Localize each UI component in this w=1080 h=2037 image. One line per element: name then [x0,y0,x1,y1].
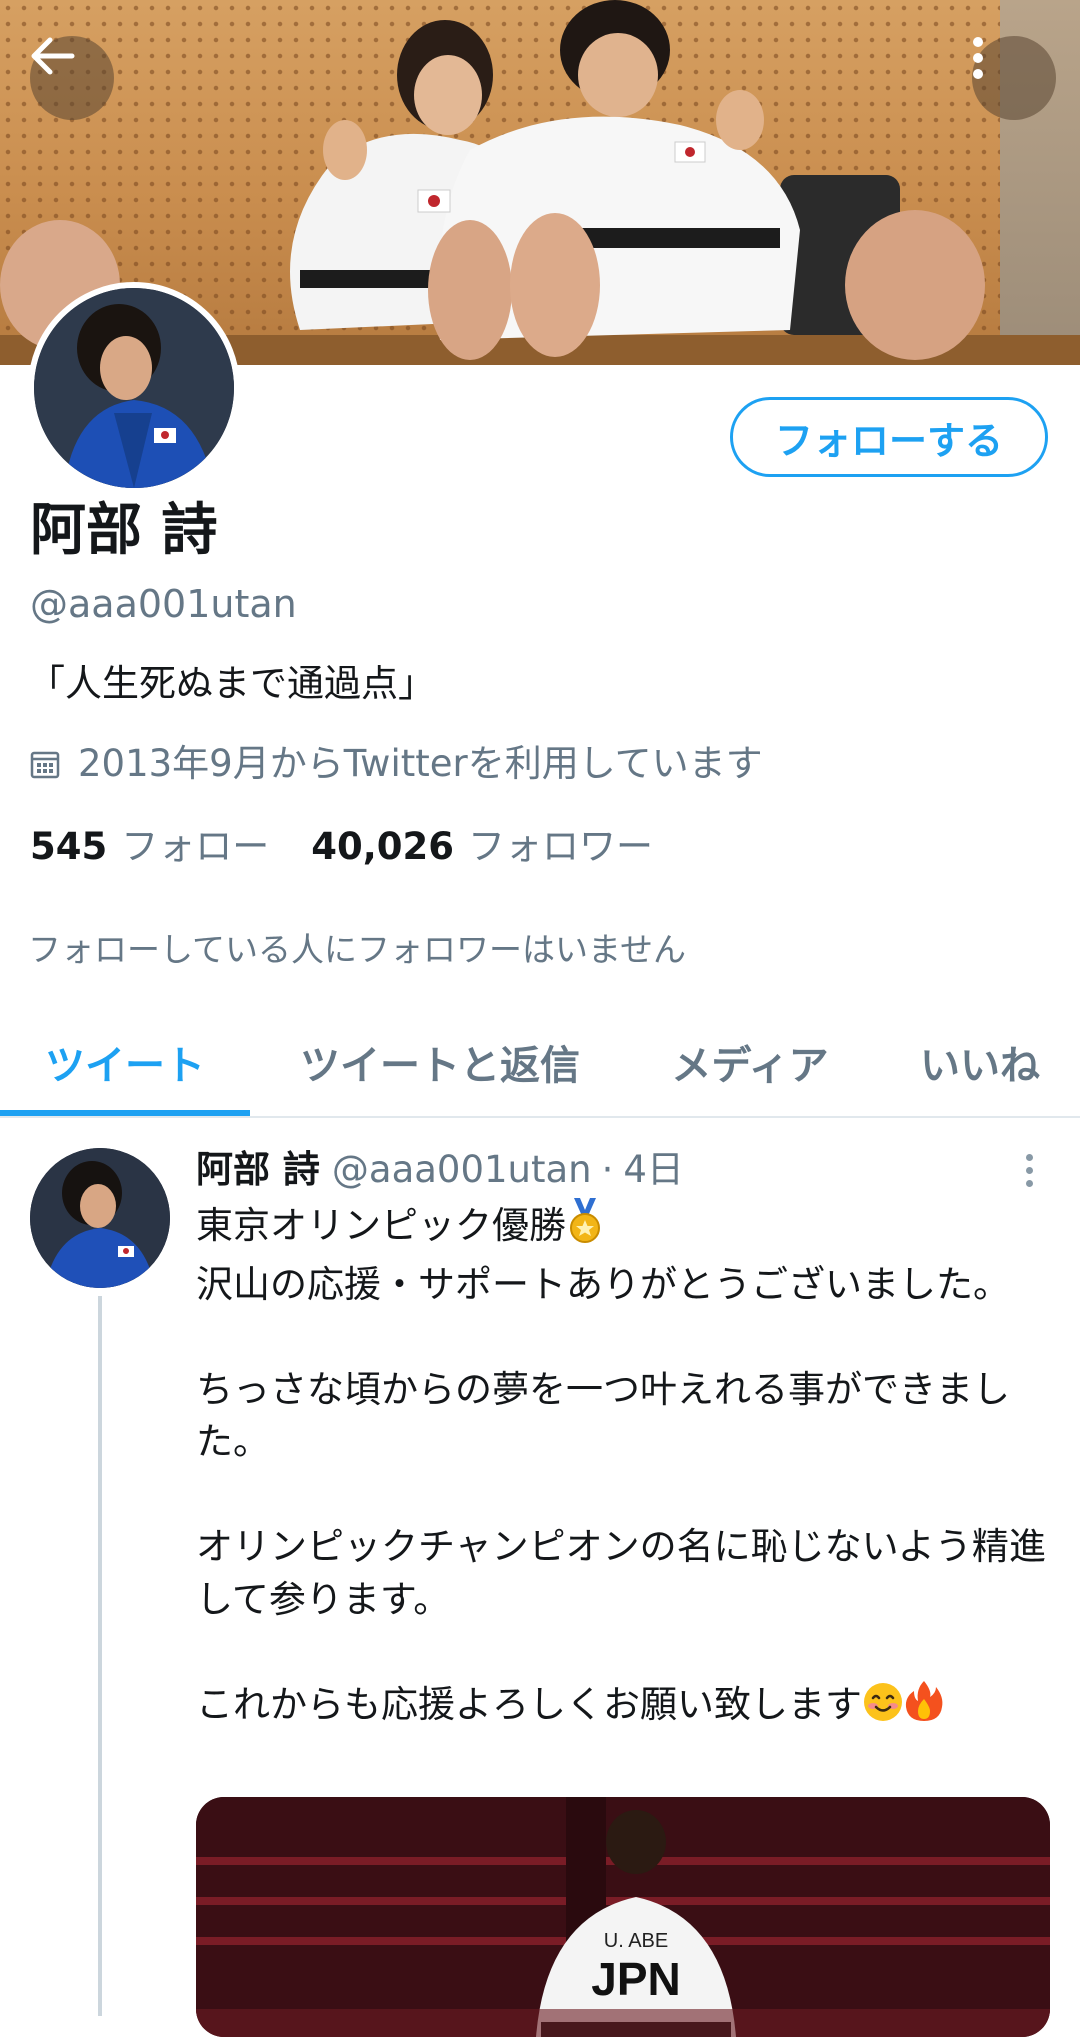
tweet-more-button[interactable] [1014,1150,1044,1190]
display-name: 阿部 詩 [30,498,218,563]
more-options-button[interactable] [972,36,1056,120]
avatar-photo [34,288,234,488]
tweet-separator: · [601,1148,614,1191]
tweet-avatar-photo [30,1148,170,1288]
thread-line [98,1296,102,2016]
profile-handle: @aaa001utan [30,582,297,626]
tab-tweets[interactable]: ツイート [0,1010,250,1114]
tweet-text: 東京オリンピック優勝 沢山の応援・サポートありがとうございました。 ちっさな頃か… [196,1198,1046,1737]
tweet-timestamp[interactable]: 4日 [623,1145,684,1195]
profile-bio: 「人生死ぬまで通過点」 [28,662,435,705]
dot-icon [1025,1166,1033,1174]
follow-button[interactable]: フォローする [730,397,1048,477]
profile-avatar[interactable] [28,282,240,494]
fire-icon [904,1679,944,1738]
tweet-line-text: 東京オリンピック優勝 [196,1204,566,1247]
tweet-line-text: これからも応援よろしくお願い致します [196,1682,862,1726]
tweet-line: 沢山の応援・サポートありがとうございました。 [196,1262,1010,1306]
follow-stats: 545 フォロー 40,026 フォロワー [30,823,695,871]
tweet-media-image[interactable]: U. ABE JPN [196,1797,1050,2037]
uniform-country: JPN [591,1953,680,2005]
followers-you-know: フォローしている人にフォロワーはいません [28,930,687,969]
arrow-left-icon [31,37,75,75]
vertical-dots-icon [973,37,983,79]
tweet-line: オリンピックチャンピオンの名に恥じないよう精進して参ります。 [196,1525,1046,1621]
tweet-author-avatar[interactable] [30,1148,170,1288]
tweet-author-name[interactable]: 阿部 詩 [196,1145,320,1195]
joined-date: 2013年9月からTwitterを利用しています [30,740,763,788]
joined-text: 2013年9月からTwitterを利用しています [78,742,763,785]
followers-count-link[interactable]: 40,026 フォロワー [311,823,653,871]
following-count-link[interactable]: 545 フォロー [30,823,269,871]
active-tab-indicator [0,1110,250,1116]
following-label: フォロー [121,825,270,868]
uniform-name: U. ABE [604,1930,668,1952]
medal-icon [566,1198,604,1259]
following-count: 545 [30,825,108,868]
followers-label: フォロワー [468,825,654,868]
calendar-icon [30,749,60,779]
tweet-header: 阿部 詩 @aaa001utan · 4日 [196,1145,684,1195]
smiling-face-icon [862,1681,904,1738]
dot-icon [1025,1179,1033,1187]
profile-tabs: ツイート ツイートと返信 メディア いいね [0,1010,1080,1118]
tweet-author-handle[interactable]: @aaa001utan [332,1145,592,1195]
tweet-line: ちっさな頃からの夢を一つ叶えれる事ができました。 [196,1367,1010,1464]
back-button[interactable] [30,36,114,120]
tab-likes[interactable]: いいね [880,1010,1080,1114]
tweet-photo: U. ABE JPN [196,1797,1050,2037]
tab-tweets-and-replies[interactable]: ツイートと返信 [260,1010,620,1114]
followers-count: 40,026 [311,825,455,868]
tab-media[interactable]: メディア [640,1010,860,1114]
dot-icon [1025,1153,1033,1161]
tweet-line: これからも応援よろしくお願い致します [196,1679,1046,1738]
tweet-line: 東京オリンピック優勝 [196,1198,1046,1259]
